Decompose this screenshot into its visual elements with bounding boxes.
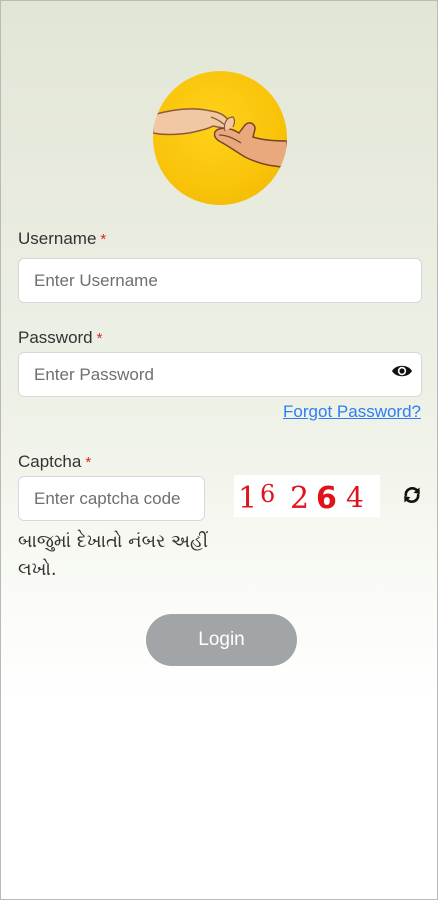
captcha-label-text: Captcha (18, 452, 82, 471)
captcha-digits: 1 6 2 6 4 (238, 480, 364, 516)
required-mark: * (96, 330, 103, 347)
captcha-digit: 6 (260, 480, 275, 508)
logo (153, 71, 287, 205)
password-label: Password * (18, 328, 102, 348)
required-mark: * (85, 454, 92, 471)
captcha-digit: 2 (290, 481, 309, 516)
eye-icon[interactable] (391, 362, 413, 380)
username-label-text: Username (18, 229, 97, 248)
captcha-digit: 1 (238, 481, 257, 516)
password-label-text: Password (18, 328, 93, 347)
captcha-digit: 6 (316, 481, 337, 516)
password-input[interactable] (18, 352, 422, 397)
captcha-hint: બાજુમાં દેખાતો નંબર અહીં લખો. (18, 531, 208, 580)
refresh-icon[interactable] (402, 486, 422, 504)
captcha-label: Captcha * (18, 452, 91, 472)
login-button[interactable]: Login (146, 614, 297, 666)
username-label: Username * (18, 229, 106, 249)
forgot-password-link[interactable]: Forgot Password? (283, 402, 421, 422)
helping-hands-icon (153, 108, 287, 168)
captcha-image: 1 6 2 6 4 (234, 475, 380, 517)
required-mark: * (100, 231, 107, 248)
captcha-input[interactable] (18, 476, 205, 521)
username-input[interactable] (18, 258, 422, 303)
captcha-digit: 4 (346, 481, 364, 514)
